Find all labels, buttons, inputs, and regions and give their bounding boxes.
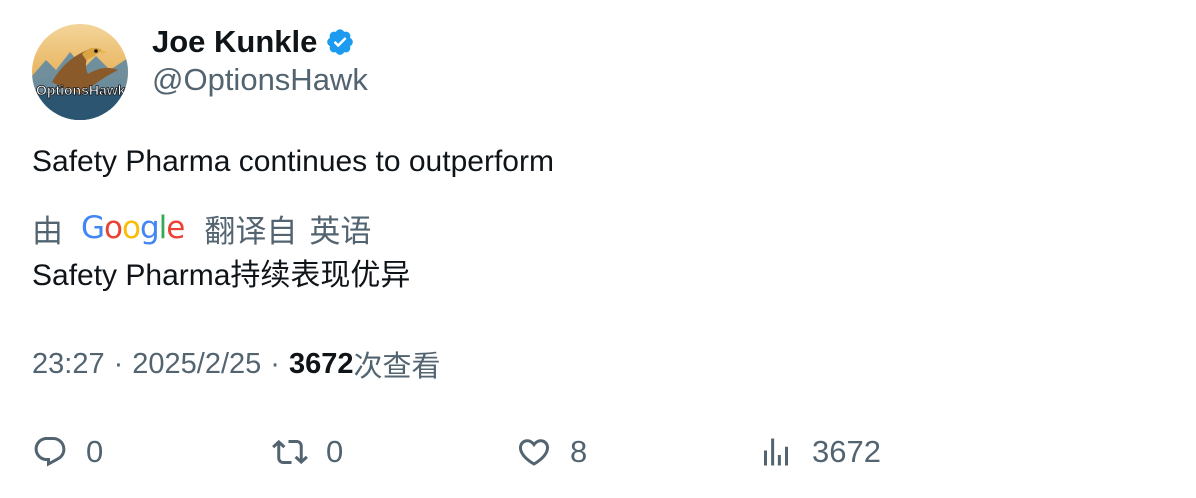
translated-text: Safety Pharma持续表现优异 [32, 259, 411, 292]
avatar[interactable]: OptionsHawk [32, 24, 128, 120]
author-handle[interactable]: @OptionsHawk [152, 62, 368, 98]
google-logo: Google [81, 210, 185, 246]
avatar-logo-text: OptionsHawk [36, 82, 126, 98]
verified-badge-icon[interactable] [325, 27, 355, 57]
like-count: 8 [570, 434, 588, 469]
author-name-row: Joe Kunkle [152, 22, 355, 62]
source-language: 英语 [309, 213, 372, 249]
tweet-meta: 23:27 · 2025/2/25 · 3672 次查看 [32, 344, 440, 384]
view-count: 3672 [288, 347, 354, 380]
heart-icon [518, 439, 550, 466]
reply-button[interactable]: 0 [32, 430, 103, 474]
reply-icon [34, 437, 66, 467]
tweet-date[interactable]: 2025/2/25 [132, 348, 261, 381]
reply-count: 0 [86, 434, 104, 469]
translated-by-label: 由 [32, 213, 63, 249]
translation-attribution[interactable]: 由 Google 翻译自 英语 [32, 206, 371, 250]
tweet-card: OptionsHawk Joe Kunkle @OptionsHawk Safe… [0, 0, 1196, 498]
action-bar: 0 0 8 3672 [32, 430, 1164, 474]
tweet-text: Safety Pharma continues to outperform [32, 145, 554, 178]
retweet-icon [272, 439, 308, 465]
meta-separator: · [113, 347, 124, 380]
author-display-name[interactable]: Joe Kunkle [152, 24, 317, 60]
views-button[interactable]: 3672 [758, 430, 881, 474]
translated-from-label: 翻译自 [204, 213, 298, 249]
hawk-logo-icon: OptionsHawk [32, 24, 128, 120]
like-button[interactable]: 8 [516, 430, 587, 474]
retweet-button[interactable]: 0 [272, 430, 343, 474]
meta-separator: · [270, 347, 280, 380]
views-count: 3672 [812, 434, 881, 469]
tweet-time[interactable]: 23:27 [32, 348, 105, 381]
bar-chart-icon [764, 438, 788, 466]
retweet-count: 0 [326, 434, 344, 469]
views-label: 次查看 [353, 351, 441, 383]
